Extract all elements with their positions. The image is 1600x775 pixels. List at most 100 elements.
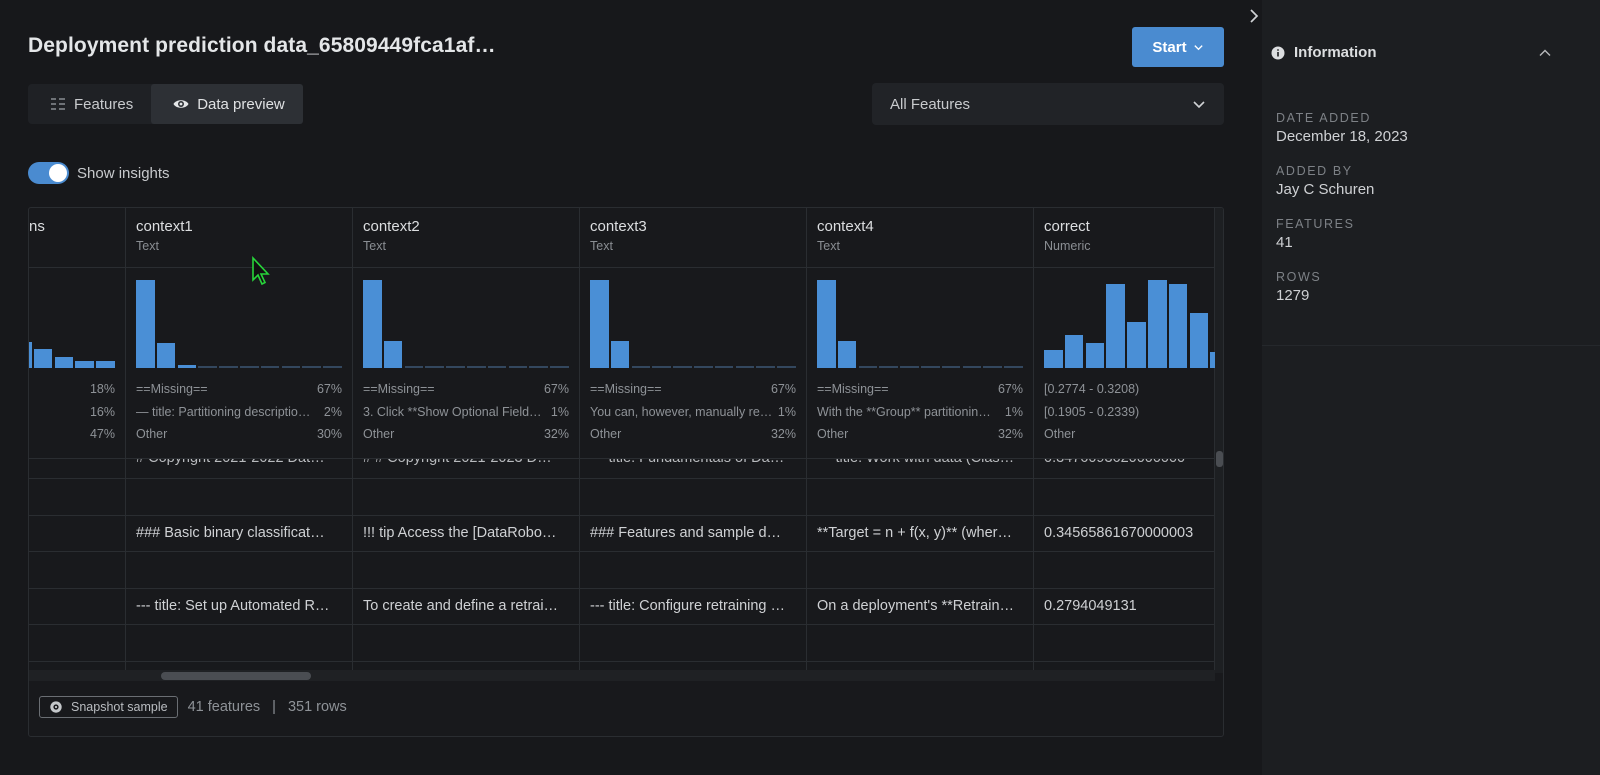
table-cell[interactable]: [1034, 551, 1214, 588]
table-cell[interactable]: [29, 514, 125, 552]
table-cell[interactable]: [29, 551, 125, 588]
table-cell[interactable]: [807, 478, 1033, 515]
histogram-bar[interactable]: [487, 366, 507, 368]
histogram-bar[interactable]: [756, 366, 775, 368]
histogram-bar[interactable]: [817, 280, 836, 368]
histogram-bar[interactable]: [921, 366, 940, 368]
histogram-bar[interactable]: [177, 365, 197, 368]
histogram-bar[interactable]: [54, 357, 74, 368]
table-cell[interactable]: --- title: Work with data (Clas…: [807, 458, 1033, 478]
histogram-bar[interactable]: [198, 366, 217, 368]
table-cell[interactable]: On a deployment's **Retrain…: [807, 587, 1033, 625]
vertical-scroll-thumb[interactable]: [1216, 451, 1223, 467]
table-cell[interactable]: [126, 624, 352, 661]
column-header[interactable]: ns: [29, 208, 125, 268]
histogram-bar[interactable]: [983, 366, 1002, 368]
table-cell[interactable]: --- title: Configure retraining …: [580, 587, 806, 625]
histogram-bar[interactable]: [837, 340, 857, 368]
histogram-bar[interactable]: [941, 366, 961, 368]
histogram-bar[interactable]: [1064, 334, 1084, 368]
histogram-bar[interactable]: [75, 360, 94, 368]
histogram-bar[interactable]: [550, 366, 569, 368]
histogram-bar[interactable]: [879, 366, 898, 368]
histogram-bar[interactable]: [29, 341, 32, 368]
histogram-bar[interactable]: [383, 340, 403, 368]
tab-features[interactable]: Features: [28, 84, 151, 124]
histogram-bar[interactable]: [1004, 366, 1023, 368]
chevron-up-icon[interactable]: [1538, 46, 1552, 60]
table-cell[interactable]: [580, 624, 806, 661]
feature-filter-select[interactable]: All Features: [872, 83, 1224, 125]
histogram-bar[interactable]: [96, 360, 115, 368]
table-cell[interactable]: 0.2794049131: [1034, 587, 1214, 625]
histogram-bar[interactable]: [260, 366, 280, 368]
table-cell[interactable]: [126, 551, 352, 588]
table-cell[interactable]: [580, 478, 806, 515]
histogram-bar[interactable]: [673, 366, 692, 368]
table-cell[interactable]: 0.34565861670000003: [1034, 514, 1214, 552]
vertical-scrollbar[interactable]: [1215, 208, 1223, 673]
histogram-bar[interactable]: [529, 366, 548, 368]
column-header[interactable]: context3 Text: [580, 208, 806, 268]
histogram-bar[interactable]: [1085, 343, 1105, 368]
histogram-bar[interactable]: [281, 366, 301, 368]
horizontal-scrollbar[interactable]: [29, 670, 1215, 681]
table-cell[interactable]: [1034, 478, 1214, 515]
table-cell[interactable]: --- title: Fundamentals of Da…: [580, 458, 806, 478]
table-cell[interactable]: !!! tip Access the [DataRobo…: [353, 514, 579, 552]
table-cell[interactable]: [126, 478, 352, 515]
table-cell[interactable]: [29, 587, 125, 625]
table-cell[interactable]: [29, 624, 125, 661]
histogram-bar[interactable]: [694, 366, 713, 368]
table-cell[interactable]: # # Copyright 2021-2023 D…: [353, 458, 579, 478]
column-header[interactable]: context1 Text: [126, 208, 352, 268]
table-cell[interactable]: [353, 478, 579, 515]
histogram-bar[interactable]: [1148, 280, 1167, 368]
table-cell[interactable]: [580, 551, 806, 588]
histogram-bar[interactable]: [302, 366, 321, 368]
histogram-bar[interactable]: [1168, 284, 1188, 368]
table-cell[interactable]: [29, 458, 125, 478]
histogram-bar[interactable]: [33, 348, 53, 368]
histogram-bar[interactable]: [962, 366, 982, 368]
table-cell[interactable]: ### Features and sample d…: [580, 514, 806, 552]
histogram-bar[interactable]: [467, 366, 486, 368]
histogram-bar[interactable]: [858, 366, 878, 368]
table-cell[interactable]: [1034, 624, 1214, 661]
histogram-bar[interactable]: [1127, 322, 1146, 368]
histogram-bar[interactable]: [136, 280, 155, 368]
table-cell[interactable]: # Copyright 2021-2022 Dat…: [126, 458, 352, 478]
horizontal-scroll-thumb[interactable]: [161, 672, 311, 680]
show-insights-toggle[interactable]: [28, 162, 69, 184]
histogram-bar[interactable]: [508, 366, 528, 368]
table-cell[interactable]: 0.3476093620000000: [1034, 458, 1214, 478]
tab-data-preview[interactable]: Data preview: [151, 84, 303, 124]
table-cell[interactable]: --- title: Set up Automated R…: [126, 587, 352, 625]
table-cell[interactable]: ### Basic binary classificat…: [126, 514, 352, 552]
column-header[interactable]: correct Numeric: [1034, 208, 1214, 268]
table-cell[interactable]: [807, 551, 1033, 588]
histogram-bar[interactable]: [590, 280, 609, 368]
table-cell[interactable]: [353, 551, 579, 588]
column-header[interactable]: context2 Text: [353, 208, 579, 268]
histogram-bar[interactable]: [323, 366, 342, 368]
histogram-bar[interactable]: [219, 366, 238, 368]
histogram-bar[interactable]: [714, 366, 734, 368]
histogram-bar[interactable]: [900, 366, 919, 368]
histogram-bar[interactable]: [735, 366, 755, 368]
table-cell[interactable]: **Target = n + f(x, y)** (wher…: [807, 514, 1033, 552]
histogram-bar[interactable]: [652, 366, 671, 368]
histogram-bar[interactable]: [446, 366, 465, 368]
histogram-bar[interactable]: [240, 366, 259, 368]
histogram-bar[interactable]: [425, 366, 444, 368]
histogram-bar[interactable]: [363, 280, 382, 368]
histogram-bar[interactable]: [631, 366, 651, 368]
histogram-bar[interactable]: [610, 340, 630, 368]
histogram-bar[interactable]: [404, 366, 424, 368]
table-cell[interactable]: [29, 478, 125, 515]
table-cell[interactable]: To create and define a retrai…: [353, 587, 579, 625]
column-header[interactable]: context4 Text: [807, 208, 1033, 268]
histogram-bar[interactable]: [777, 366, 796, 368]
histogram-bar[interactable]: [1106, 284, 1125, 368]
chevron-right-icon[interactable]: [1246, 8, 1262, 24]
